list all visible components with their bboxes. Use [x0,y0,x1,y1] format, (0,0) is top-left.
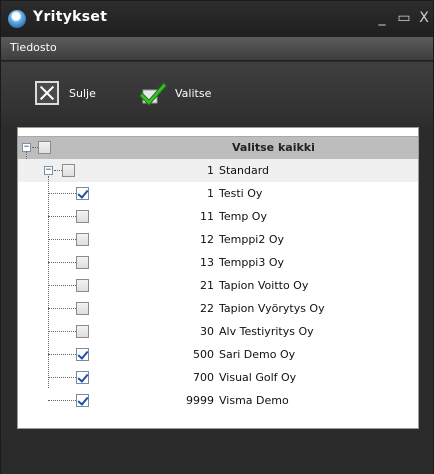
company-checkbox[interactable] [76,256,89,269]
company-number: 9999 [186,394,214,407]
checkmark-icon [139,82,167,106]
tree-line [48,193,76,194]
group-row-standard[interactable]: − 1 Standard [18,151,418,182]
close-button[interactable]: Sulje [35,80,96,106]
title-bar[interactable]: Yritykset _ ▭ X [1,1,433,37]
company-checkbox[interactable] [76,325,89,338]
company-checkbox[interactable] [76,187,89,200]
company-tree: − Valitse kaikki − 1 Standard 1 Testi Oy 1… [17,127,419,429]
company-name: Temppi2 Oy [219,233,285,246]
group-number: 1 [207,164,214,177]
company-number: 11 [200,210,214,223]
company-name: Temp Oy [219,210,267,223]
select-button-label: Valitse [175,86,212,100]
toolbar: Sulje Valitse [1,62,433,126]
close-icon [35,81,59,105]
tree-line [48,239,76,240]
company-number: 22 [200,302,214,315]
company-number: 1 [207,187,214,200]
tree-line [48,285,76,286]
company-row[interactable]: 1 Testi Oy [18,182,418,205]
company-number: 13 [200,256,214,269]
company-checkbox[interactable] [76,233,89,246]
company-name: Testi Oy [219,187,263,200]
companies-window: Yritykset _ ▭ X Tiedosto Sulje Valitse −… [0,0,434,474]
tree-line [26,151,27,159]
status-bar [1,441,433,474]
tree-line [48,377,76,378]
close-window-button[interactable]: X [415,9,433,27]
company-row[interactable]: 11 Temp Oy [18,205,418,228]
window-title: Yritykset [33,9,108,25]
company-checkbox[interactable] [76,302,89,315]
company-checkbox[interactable] [76,348,89,361]
company-number: 500 [193,348,214,361]
company-checkbox[interactable] [76,279,89,292]
company-checkbox[interactable] [76,371,89,384]
company-row[interactable]: 21 Tapion Voitto Oy [18,274,418,297]
company-row[interactable]: 22 Tapion Vyörytys Oy [18,297,418,320]
maximize-button[interactable]: ▭ [395,9,413,27]
group-name: Standard [219,164,270,177]
company-name: Visma Demo [219,394,289,407]
company-number: 12 [200,233,214,246]
company-row[interactable]: 12 Temppi2 Oy [18,228,418,251]
tree-line [48,400,76,401]
select-all-label: Valitse kaikki [232,141,315,154]
select-button[interactable]: Valitse [139,80,211,106]
company-row[interactable]: 500 Sari Demo Oy [18,343,418,366]
tree-line [48,216,76,217]
tree-line [48,176,49,388]
tree-line [48,354,76,355]
company-number: 700 [193,371,214,384]
company-row[interactable]: 700 Visual Golf Oy [18,366,418,389]
collapse-group-toggle[interactable]: − [44,166,53,175]
close-button-label: Sulje [69,86,96,100]
tree-line [48,262,76,263]
menu-file[interactable]: Tiedosto [10,41,57,54]
company-number: 21 [200,279,214,292]
company-checkbox[interactable] [76,394,89,407]
company-number: 30 [200,325,214,338]
app-globe-icon [8,10,26,28]
company-name: Visual Golf Oy [219,371,297,384]
company-name: Temppi3 Oy [219,256,285,269]
select-all-checkbox[interactable] [38,141,51,154]
tree-line [48,308,76,309]
minimize-button[interactable]: _ [373,9,391,27]
company-row[interactable]: 13 Temppi3 Oy [18,251,418,274]
tree-line [54,170,62,171]
company-name: Tapion Voitto Oy [219,279,309,292]
select-all-row[interactable]: − Valitse kaikki [18,136,418,159]
company-name: Sari Demo Oy [219,348,296,361]
tree-line [48,331,76,332]
company-name: Alv Testiyritys Oy [219,325,314,338]
company-row[interactable]: 30 Alv Testiyritys Oy [18,320,418,343]
group-checkbox[interactable] [62,164,75,177]
company-row[interactable]: 9999 Visma Demo [18,389,418,412]
menu-bar: Tiedosto [1,37,433,61]
company-name: Tapion Vyörytys Oy [219,302,325,315]
company-checkbox[interactable] [76,210,89,223]
